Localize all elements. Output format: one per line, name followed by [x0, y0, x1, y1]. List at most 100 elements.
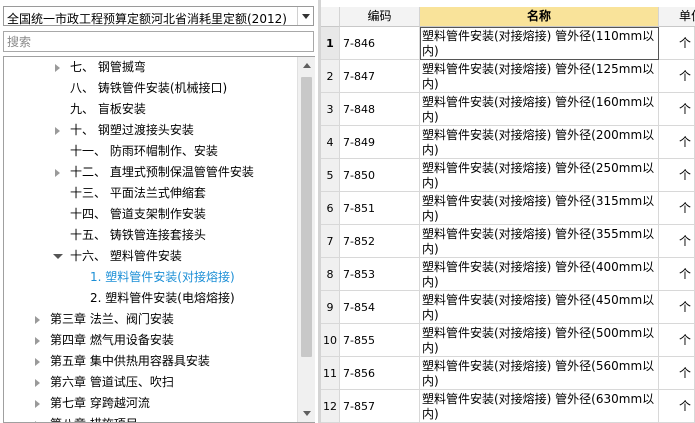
scroll-down-icon[interactable] [298, 405, 315, 422]
scrollbar-thumb[interactable] [301, 77, 312, 357]
code-cell[interactable]: 7-850 [340, 159, 420, 192]
row-number-cell[interactable]: 7 [321, 225, 340, 258]
tree-item[interactable]: 第三章 法兰、阀门安装 [4, 309, 297, 330]
table-row[interactable]: 7 7-852 塑料管件安装(对接熔接) 管外径(355mm以内) 个 [321, 225, 695, 258]
tree-item[interactable]: 八、 铸铁管件安装(机械接口) [4, 78, 297, 99]
expand-right-icon[interactable] [33, 330, 43, 351]
code-cell[interactable]: 7-854 [340, 291, 420, 324]
header-name[interactable]: 名称 [420, 7, 659, 27]
name-cell[interactable]: 塑料管件安装(对接熔接) 管外径(160mm以内) [420, 93, 659, 126]
expand-right-icon[interactable] [53, 120, 63, 141]
name-cell[interactable]: 塑料管件安装(对接熔接) 管外径(250mm以内) [420, 159, 659, 192]
unit-cell[interactable]: 个 [659, 159, 695, 192]
code-cell[interactable]: 7-855 [340, 324, 420, 357]
tree-item-label: 十三、 平面法兰式伸缩套 [70, 186, 206, 200]
unit-cell[interactable]: 个 [659, 60, 695, 93]
unit-cell[interactable]: 个 [659, 93, 695, 126]
search-input[interactable] [3, 31, 314, 52]
row-number-cell[interactable]: 3 [321, 93, 340, 126]
name-cell[interactable]: 塑料管件安装(对接熔接) 管外径(500mm以内) [420, 324, 659, 357]
row-number-cell[interactable]: 1 [321, 27, 340, 60]
unit-cell[interactable]: 个 [659, 258, 695, 291]
row-number-cell[interactable]: 10 [321, 324, 340, 357]
table-row[interactable]: 5 7-850 塑料管件安装(对接熔接) 管外径(250mm以内) 个 [321, 159, 695, 192]
name-cell[interactable]: 塑料管件安装(对接熔接) 管外径(630mm以内) [420, 390, 659, 423]
expand-right-icon[interactable] [33, 372, 43, 393]
tree-item[interactable]: 第五章 集中供热用容器具安装 [4, 351, 297, 372]
row-number-cell[interactable]: 11 [321, 357, 340, 390]
tree-item[interactable]: 第七章 穿跨越河流 [4, 393, 297, 414]
expand-right-icon[interactable] [33, 414, 43, 422]
code-cell[interactable]: 7-846 [340, 27, 420, 60]
name-cell[interactable]: 塑料管件安装(对接熔接) 管外径(125mm以内) [420, 60, 659, 93]
tree-item[interactable]: 第四章 燃气用设备安装 [4, 330, 297, 351]
tree-item[interactable]: 十二、 直埋式预制保温管管件安装 [4, 162, 297, 183]
expand-right-icon[interactable] [33, 393, 43, 414]
table-row[interactable]: 8 7-853 塑料管件安装(对接熔接) 管外径(400mm以内) 个 [321, 258, 695, 291]
tree-item[interactable]: 第八章 措施项目 [4, 414, 297, 422]
tree-item[interactable]: 十一、 防雨环帽制作、安装 [4, 141, 297, 162]
code-cell[interactable]: 7-852 [340, 225, 420, 258]
row-number-cell[interactable]: 5 [321, 159, 340, 192]
name-cell[interactable]: 塑料管件安装(对接熔接) 管外径(560mm以内) [420, 357, 659, 390]
code-cell[interactable]: 7-857 [340, 390, 420, 423]
unit-cell[interactable]: 个 [659, 324, 695, 357]
row-number-cell[interactable]: 9 [321, 291, 340, 324]
table-row[interactable]: 12 7-857 塑料管件安装(对接熔接) 管外径(630mm以内) 个 [321, 390, 695, 423]
expand-down-icon[interactable] [53, 246, 63, 267]
tree-item[interactable]: 十五、 铸铁管连接套接头 [4, 225, 297, 246]
row-number-cell[interactable]: 2 [321, 60, 340, 93]
tree-item[interactable]: 十、 钢塑过渡接头安装 [4, 120, 297, 141]
tree-item[interactable]: 1. 塑料管件安装(对接熔接) [4, 267, 297, 288]
tree-item[interactable]: 十三、 平面法兰式伸缩套 [4, 183, 297, 204]
tree-item-label: 十四、 管道支架制作安装 [70, 207, 206, 221]
expand-right-icon[interactable] [33, 309, 43, 330]
unit-cell[interactable]: 个 [659, 27, 695, 60]
quota-library-dropdown[interactable]: 全国统一市政工程预算定额河北省消耗里定额(2012) [3, 6, 314, 26]
table-row[interactable]: 11 7-856 塑料管件安装(对接熔接) 管外径(560mm以内) 个 [321, 357, 695, 390]
row-number-cell[interactable]: 6 [321, 192, 340, 225]
expand-right-icon[interactable] [53, 162, 63, 183]
row-number-cell[interactable]: 12 [321, 390, 340, 423]
unit-cell[interactable]: 个 [659, 126, 695, 159]
row-number-cell[interactable]: 4 [321, 126, 340, 159]
name-cell[interactable]: 塑料管件安装(对接熔接) 管外径(400mm以内) [420, 258, 659, 291]
unit-cell[interactable]: 个 [659, 390, 695, 423]
table-row[interactable]: 4 7-849 塑料管件安装(对接熔接) 管外径(200mm以内) 个 [321, 126, 695, 159]
code-cell[interactable]: 7-853 [340, 258, 420, 291]
chevron-down-icon[interactable] [297, 7, 313, 25]
unit-cell[interactable]: 个 [659, 192, 695, 225]
table-row[interactable]: 2 7-847 塑料管件安装(对接熔接) 管外径(125mm以内) 个 [321, 60, 695, 93]
unit-cell[interactable]: 个 [659, 357, 695, 390]
expand-right-icon[interactable] [53, 57, 63, 78]
table-row[interactable]: 10 7-855 塑料管件安装(对接熔接) 管外径(500mm以内) 个 [321, 324, 695, 357]
unit-cell[interactable]: 个 [659, 225, 695, 258]
name-cell[interactable]: 塑料管件安装(对接熔接) 管外径(200mm以内) [420, 126, 659, 159]
table-row[interactable]: 6 7-851 塑料管件安装(对接熔接) 管外径(315mm以内) 个 [321, 192, 695, 225]
code-cell[interactable]: 7-849 [340, 126, 420, 159]
tree-item[interactable]: 第六章 管道试压、吹扫 [4, 372, 297, 393]
name-cell[interactable]: 塑料管件安装(对接熔接) 管外径(315mm以内) [420, 192, 659, 225]
tree-item[interactable]: 九、 盲板安装 [4, 99, 297, 120]
code-cell[interactable]: 7-851 [340, 192, 420, 225]
table-row[interactable]: 3 7-848 塑料管件安装(对接熔接) 管外径(160mm以内) 个 [321, 93, 695, 126]
header-code[interactable]: 编码 [340, 7, 420, 27]
name-cell[interactable]: 塑料管件安装(对接熔接) 管外径(110mm以内) [420, 27, 659, 60]
name-cell[interactable]: 塑料管件安装(对接熔接) 管外径(450mm以内) [420, 291, 659, 324]
unit-cell[interactable]: 个 [659, 291, 695, 324]
row-number-cell[interactable]: 8 [321, 258, 340, 291]
tree-item[interactable]: 2. 塑料管件安装(电熔熔接) [4, 288, 297, 309]
code-cell[interactable]: 7-848 [340, 93, 420, 126]
code-cell[interactable]: 7-856 [340, 357, 420, 390]
expand-right-icon[interactable] [33, 351, 43, 372]
tree-item[interactable]: 十六、 塑料管件安装 [4, 246, 297, 267]
scroll-up-icon[interactable] [298, 57, 315, 74]
name-cell[interactable]: 塑料管件安装(对接熔接) 管外径(355mm以内) [420, 225, 659, 258]
tree-item[interactable]: 七、 钢管揻弯 [4, 57, 297, 78]
tree-item[interactable]: 十四、 管道支架制作安装 [4, 204, 297, 225]
tree-scrollbar[interactable] [297, 57, 315, 422]
table-row[interactable]: 9 7-854 塑料管件安装(对接熔接) 管外径(450mm以内) 个 [321, 291, 695, 324]
table-row[interactable]: 1 7-846 塑料管件安装(对接熔接) 管外径(110mm以内) 个 [321, 27, 695, 60]
code-cell[interactable]: 7-847 [340, 60, 420, 93]
header-unit[interactable]: 单位 [659, 7, 695, 27]
